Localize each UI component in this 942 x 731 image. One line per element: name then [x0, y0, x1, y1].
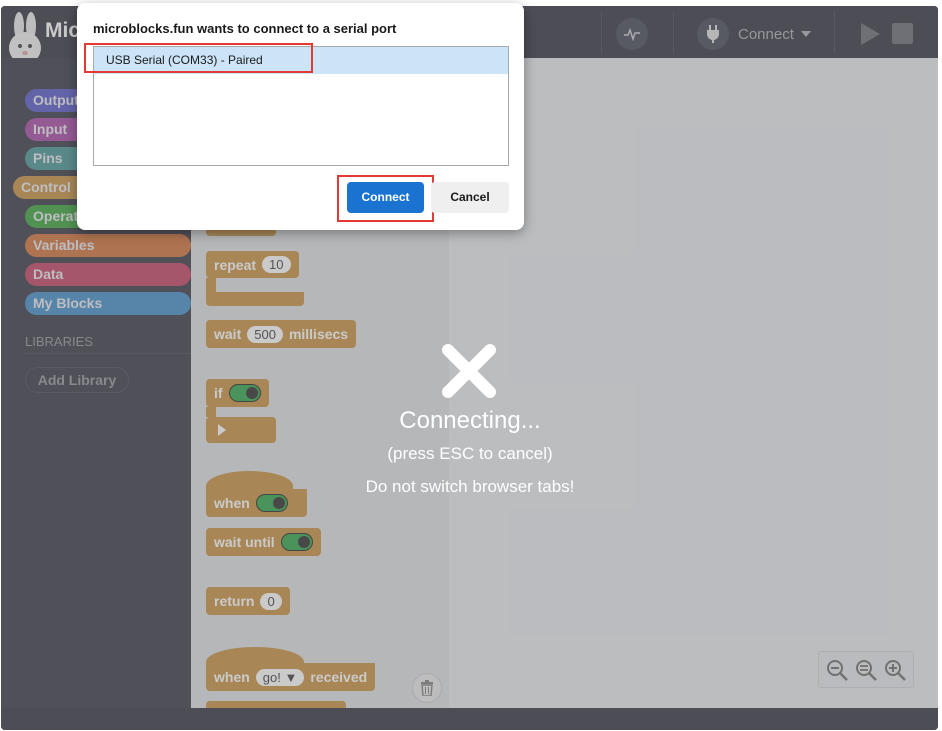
return-value-input[interactable]: 0 — [260, 592, 282, 610]
wait-until-label: wait until — [214, 534, 275, 550]
connecting-esc-hint: (press ESC to cancel) — [387, 444, 553, 463]
category-my-blocks[interactable]: My Blocks — [25, 292, 191, 315]
connect-button[interactable]: Connect — [347, 182, 424, 213]
topbar-divider — [601, 12, 602, 54]
triangle-right-icon — [218, 424, 226, 436]
if-block[interactable]: if — [206, 379, 269, 407]
repeat-count-input[interactable]: 10 — [262, 256, 291, 273]
repeat-block-foot — [206, 292, 304, 306]
libraries-divider — [25, 353, 191, 354]
repeat-block-arm — [206, 278, 216, 292]
port-highlight-box — [84, 43, 313, 73]
topbar-divider — [673, 12, 674, 54]
connecting-tabs-hint: Do not switch browser tabs! — [365, 477, 575, 496]
app-title: Mic — [45, 19, 81, 42]
wait-until-block[interactable]: wait until — [206, 528, 321, 556]
zoom-reset-icon[interactable] — [854, 658, 878, 682]
boolean-toggle[interactable] — [228, 384, 261, 402]
broadcast-block-partial[interactable] — [206, 701, 346, 708]
wait-label: wait — [214, 326, 242, 342]
plug-icon — [697, 18, 729, 50]
return-label: return — [214, 593, 255, 609]
graph-icon — [624, 27, 640, 41]
add-library-button[interactable]: Add Library — [25, 367, 129, 393]
repeat-block[interactable]: repeat 10 — [206, 251, 299, 278]
connect-label: Connect — [738, 25, 794, 43]
message-dropdown[interactable]: go! ▼ — [255, 668, 305, 686]
topbar-divider — [834, 12, 835, 54]
serial-port-dialog: microblocks.fun wants to connect to a se… — [77, 3, 524, 230]
wait-block[interactable]: wait 500 millisecs — [206, 320, 357, 348]
when-received-block[interactable]: when go! ▼ received — [206, 663, 376, 691]
repeat-label: repeat — [214, 256, 257, 273]
return-block[interactable]: return 0 — [206, 587, 290, 615]
cancel-button[interactable]: Cancel — [431, 182, 509, 213]
connecting-x-icon — [442, 344, 496, 398]
boolean-toggle[interactable] — [280, 533, 313, 551]
connect-menu-button[interactable]: Connect — [697, 18, 811, 50]
if-block-arm — [206, 407, 216, 417]
received-label: received — [310, 669, 368, 685]
bottom-bar — [1, 708, 938, 730]
if-label: if — [214, 385, 223, 401]
dialog-title: microblocks.fun wants to connect to a se… — [93, 21, 397, 36]
zoom-in-icon[interactable] — [883, 658, 907, 682]
graph-button[interactable] — [616, 18, 648, 50]
libraries-heading: LIBRARIES — [25, 334, 93, 349]
stop-button[interactable] — [892, 23, 913, 44]
connecting-title: Connecting... — [399, 407, 541, 434]
if-expand-arrow[interactable] — [206, 417, 276, 443]
category-variables[interactable]: Variables — [25, 234, 191, 257]
when-received-label: when — [214, 669, 250, 685]
chevron-down-icon — [800, 31, 811, 37]
start-button[interactable] — [861, 23, 880, 45]
wait-unit-label: millisecs — [288, 326, 349, 342]
zoom-controls — [818, 651, 914, 688]
category-data[interactable]: Data — [25, 263, 191, 286]
wait-ms-input[interactable]: 500 — [247, 325, 283, 343]
trash-icon[interactable] — [412, 673, 442, 703]
when-label: when — [214, 495, 250, 511]
zoom-out-icon[interactable] — [825, 658, 849, 682]
